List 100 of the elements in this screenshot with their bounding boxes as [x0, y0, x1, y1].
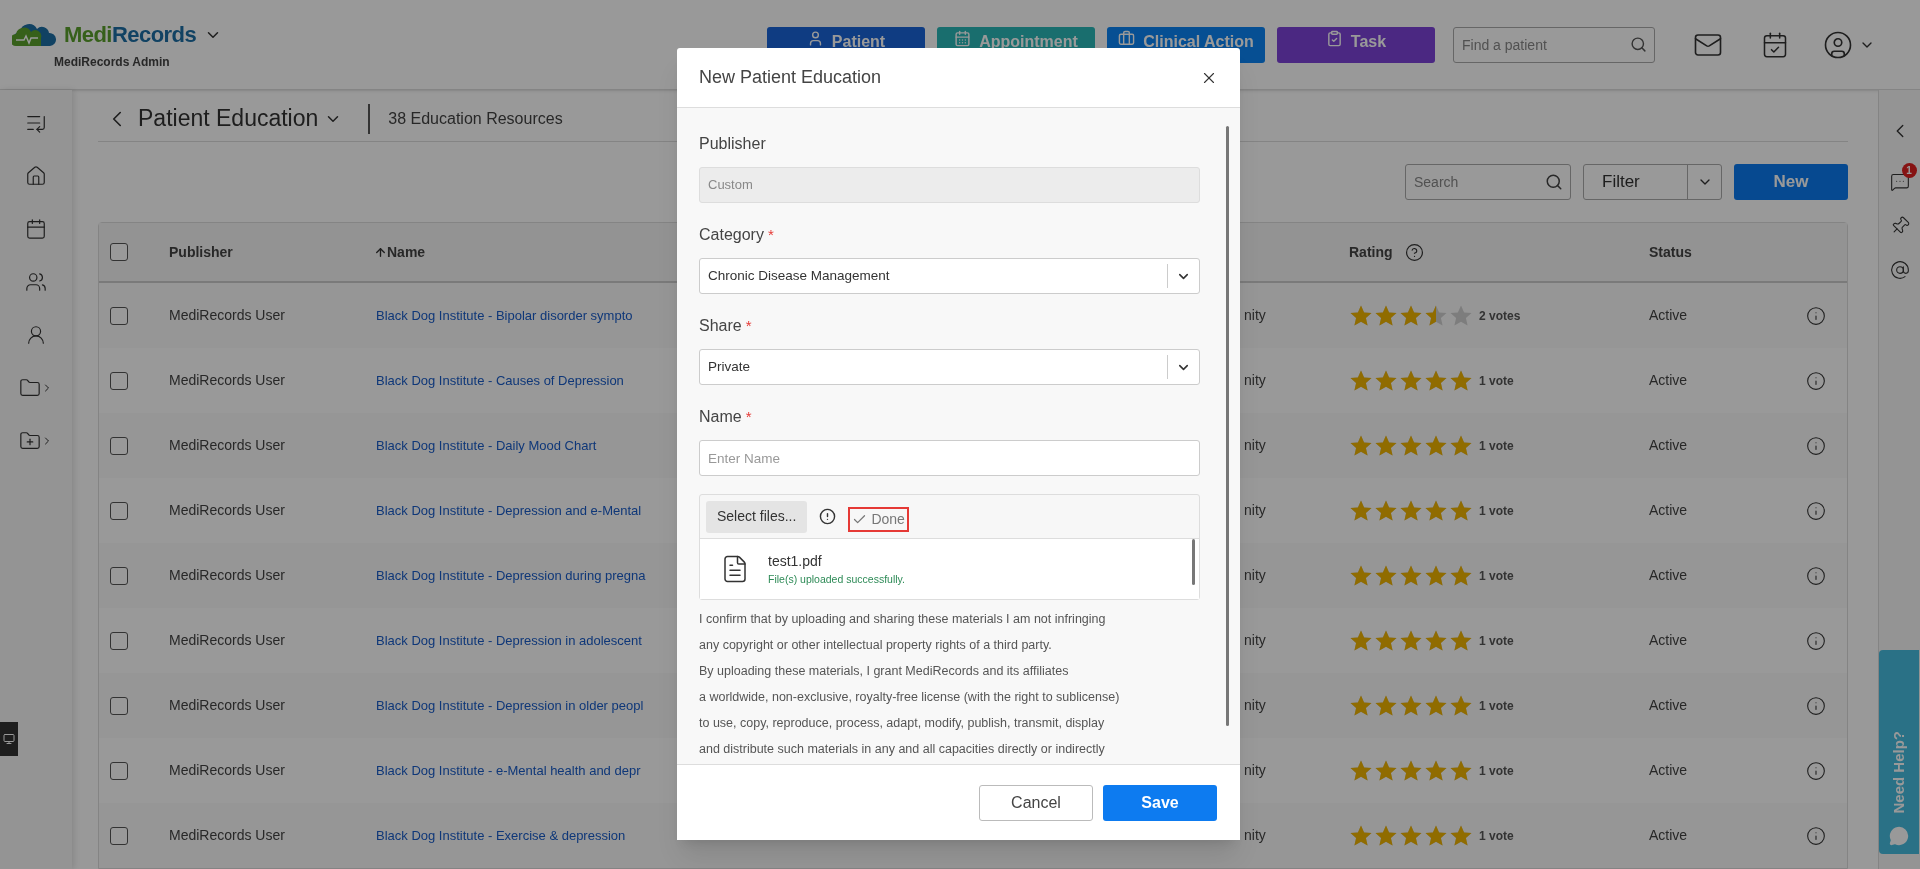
resource-link[interactable]: Black Dog Institute - e-Mental health and depr [374, 760, 641, 781]
table-cell-text: MediRecords User [169, 696, 286, 715]
checkbox[interactable] [110, 243, 128, 261]
checkbox[interactable] [110, 761, 128, 780]
status-text: Active [1649, 306, 1689, 325]
status-text: Active [1649, 436, 1689, 455]
checkbox[interactable] [110, 631, 128, 650]
briefcase-icon [1118, 29, 1136, 47]
info-icon[interactable] [1806, 695, 1826, 716]
search-icon [1630, 35, 1647, 53]
table-cell-text: MediRecords User [169, 501, 286, 520]
sort-arrow-icon[interactable] [374, 245, 387, 259]
info-icon[interactable] [1806, 305, 1826, 326]
dropdown-field[interactable]: Private [699, 349, 1200, 385]
info-icon[interactable] [1806, 760, 1826, 781]
consent-text: and distribute such materials in any and all capacities directly or indirectly [699, 741, 1106, 758]
nav-button[interactable]: Task [1277, 26, 1435, 63]
checkbox[interactable] [110, 306, 128, 325]
logo-text: MediRecords [64, 21, 197, 49]
checkbox[interactable] [110, 826, 128, 845]
clipboard-check-icon [1325, 29, 1343, 47]
resource-link[interactable]: Black Dog Institute - Depression in older peopl [374, 695, 644, 716]
resource-link[interactable]: Black Dog Institute - Depression during pregna [374, 565, 646, 586]
patient-search-field[interactable]: Find a patient [1453, 26, 1655, 63]
folder-icon[interactable] [19, 377, 41, 399]
new-button[interactable]: New [1734, 164, 1848, 201]
checkbox[interactable] [110, 501, 128, 520]
field-label: Publisher [699, 134, 766, 154]
people-icon[interactable] [25, 271, 47, 293]
info-icon[interactable] [1806, 825, 1826, 846]
home-icon[interactable] [25, 165, 47, 187]
column-header[interactable]: Status [1649, 241, 1791, 263]
publisher-field: Custom [699, 167, 1200, 203]
info-icon[interactable] [1806, 370, 1826, 391]
search-icon [1545, 173, 1563, 192]
checkbox[interactable] [110, 696, 128, 715]
folder-plus-icon[interactable] [19, 430, 41, 452]
field-label: Name [699, 407, 742, 427]
info-icon[interactable] [1806, 630, 1826, 651]
vote-count: 1 vote [1479, 372, 1514, 390]
consent-text: to use, copy, reproduce, process, adapt, modify, publish, transmit, display [699, 715, 1106, 732]
help-icon[interactable] [1404, 242, 1424, 262]
table-cell-text: MediRecords User [169, 566, 286, 585]
at-sign-icon[interactable] [1889, 260, 1910, 280]
column-header[interactable]: Publisher [169, 241, 374, 263]
column-header[interactable]: Name [387, 241, 426, 263]
resource-link[interactable]: Black Dog Institute - Daily Mood Chart [374, 435, 597, 456]
status-text: Active [1649, 631, 1689, 650]
resource-link[interactable]: Black Dog Institute - Exercise & depression [374, 825, 626, 846]
floating-tool-tab[interactable] [0, 722, 18, 756]
vote-count: 1 vote [1479, 437, 1514, 455]
checkbox[interactable] [110, 436, 128, 455]
scrollbar[interactable] [1192, 539, 1195, 585]
table-cell-text: nity [1243, 631, 1266, 650]
status-text: Active [1649, 826, 1689, 845]
resource-link[interactable]: Black Dog Institute - Causes of Depression [374, 370, 624, 391]
status-text: Active [1649, 371, 1689, 390]
info-icon[interactable] [1806, 565, 1826, 586]
vote-count: 2 votes [1479, 307, 1521, 325]
status-text: Active [1649, 501, 1689, 520]
notification-badge: 1 [1901, 163, 1917, 178]
table-cell-text: MediRecords User [169, 306, 286, 325]
vote-count: 1 vote [1479, 827, 1514, 845]
table-cell-text: nity [1243, 566, 1266, 585]
calendar-check-icon[interactable] [1761, 30, 1789, 59]
calendar-icon [954, 29, 972, 47]
resource-link[interactable]: Black Dog Institute - Depression in adolescent [374, 630, 642, 651]
vote-count: 1 vote [1479, 762, 1514, 780]
info-icon[interactable] [1806, 500, 1826, 521]
table-cell-text: nity [1243, 371, 1266, 390]
table-cell-text: MediRecords User [169, 826, 286, 845]
filter-dropdown[interactable]: Filter [1583, 164, 1722, 201]
select-files-button[interactable]: Select files... [706, 500, 808, 533]
required-mark: * [745, 315, 752, 336]
checkbox[interactable] [110, 371, 128, 390]
user-avatar-icon[interactable] [1823, 29, 1853, 60]
dropdown-field[interactable]: Chronic Disease Management [699, 258, 1200, 294]
monitor-icon [3, 733, 15, 745]
calendar-icon[interactable] [25, 218, 47, 240]
upload-status: Done [848, 507, 909, 532]
checkbox[interactable] [110, 566, 128, 585]
save-button[interactable]: Save [1103, 784, 1217, 821]
dialog-title: New Patient Education [699, 66, 882, 89]
required-mark: * [745, 406, 752, 427]
resource-link[interactable]: Black Dog Institute - Depression and e-Mental [374, 500, 642, 521]
chat-icon[interactable] [1889, 172, 1910, 192]
dropdown-value: Chronic Disease Management [707, 266, 891, 285]
table-cell-text: MediRecords User [169, 761, 286, 780]
cancel-button[interactable]: Cancel [979, 784, 1093, 821]
consent-text: any copyright or other intellectual property rights of a third party. [699, 637, 1053, 654]
search-field[interactable]: Search [1405, 164, 1571, 201]
person-icon[interactable] [25, 324, 47, 346]
table-cell-text: nity [1243, 436, 1266, 455]
name-input-field[interactable]: Enter Name [699, 440, 1200, 476]
column-header[interactable]: Rating [1349, 241, 1393, 263]
scrollbar[interactable] [1226, 126, 1229, 726]
resource-link[interactable]: Black Dog Institute - Bipolar disorder sympto [374, 305, 633, 326]
info-icon[interactable] [1806, 435, 1826, 456]
required-mark: * [767, 224, 774, 245]
table-cell-text: nity [1243, 306, 1266, 325]
